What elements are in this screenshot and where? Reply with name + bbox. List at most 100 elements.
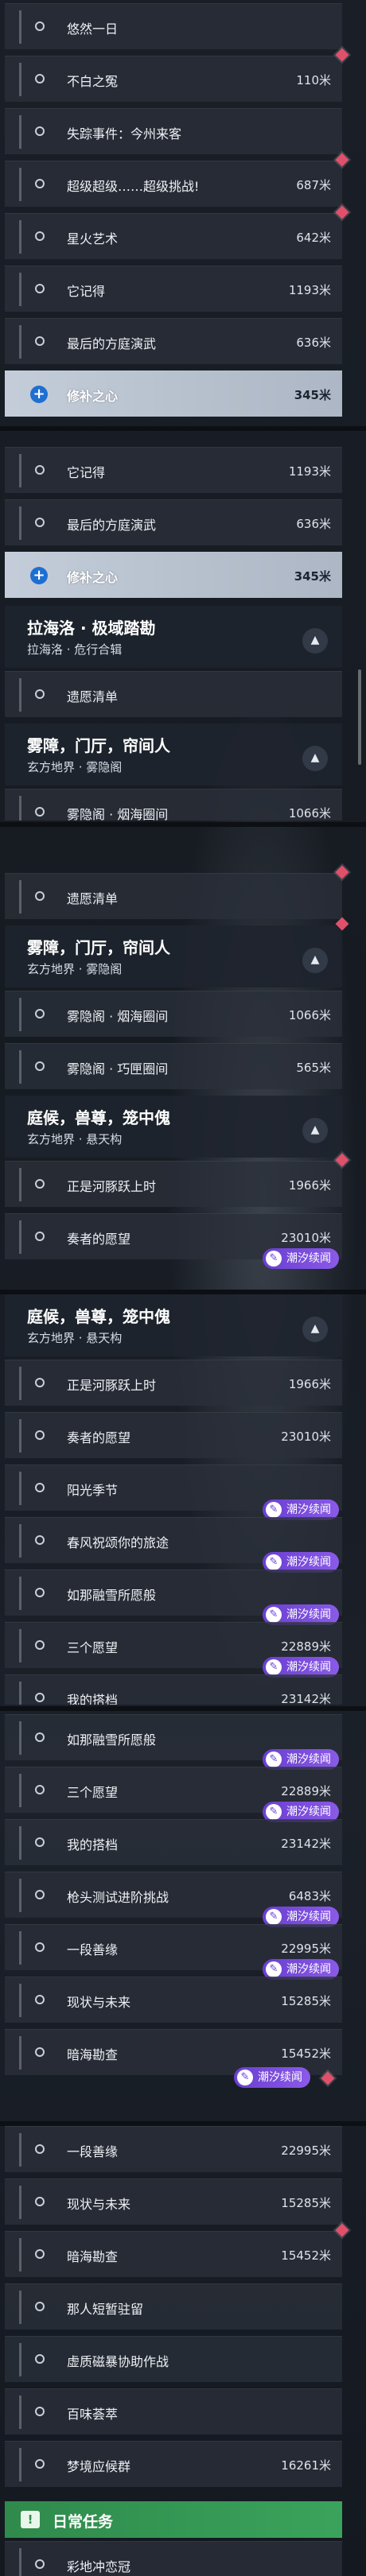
quest-row-spear-test[interactable]: 枪头测试进阶挑战 6483米 ✎ 潮汐续闻	[5, 1872, 342, 1927]
quest-bullet-icon	[35, 1640, 45, 1650]
quest-bullet-icon	[35, 2144, 45, 2154]
quest-group-header-court[interactable]: 庭候，兽尊，笼中傀 玄方地界 · 悬天构 ▲	[5, 1294, 342, 1356]
quest-bullet-icon	[35, 1995, 45, 2004]
tide-icon: ✎	[266, 1961, 282, 1977]
quest-row-mending-heart-selected[interactable]: + 修补之心 345米	[5, 370, 342, 417]
quest-row-magnetic-storm[interactable]: 虚质磁暴协助作战	[5, 2336, 342, 2382]
quest-row-missing-case[interactable]: 失踪事件：今州来客	[5, 108, 342, 154]
quest-bullet-icon	[35, 2197, 45, 2206]
quest-row-three-wishes[interactable]: 三个愿望 22889米 ✎ 潮汐续闻	[5, 1622, 342, 1678]
quest-list-screen-5: 如那融雪所愿般 ✎ 潮汐续闻 三个愿望 22889米 ✎ 潮汐续闻 我的搭档 23142米 …	[0, 1711, 366, 2121]
quest-row-it-remembers[interactable]: 它记得 1193米	[5, 266, 342, 312]
quest-row-spark-art[interactable]: 星火艺术 642米	[5, 205, 349, 259]
quest-bullet-icon	[35, 179, 45, 188]
tide-icon: ✎	[266, 1909, 282, 1925]
quest-row-daily-cutoff[interactable]: 彩地冲恋冠	[5, 2541, 342, 2576]
tide-icon: ✎	[237, 2070, 253, 2085]
tracked-marker-icon	[335, 48, 349, 62]
quest-row-dream-syndrome[interactable]: 梦境应候群 16261米	[5, 2441, 342, 2487]
quest-row-three-wishes[interactable]: 三个愿望 22889米 ✎ 潮汐续闻	[5, 1767, 342, 1822]
quest-bullet-icon	[35, 518, 45, 527]
quest-row-puffer-fish[interactable]: 正是河豚跃上时 1966米	[5, 1153, 349, 1207]
tracked-marker-icon	[335, 205, 349, 219]
quest-list-screen-6: 一段善缘 22995米 现状与未来 15285米 暗海勘查 15452米 那人短暂驻留…	[0, 2126, 366, 2576]
quest-bullet-icon	[35, 231, 45, 241]
quest-bullet-icon	[35, 2302, 45, 2311]
scrollbar[interactable]	[358, 669, 361, 765]
quest-group-header-fog-hall[interactable]: 雾障，门厅，帘间人 玄方地界 · 雾隐阁 ▲	[5, 917, 349, 987]
quest-bullet-icon	[35, 1061, 45, 1071]
quest-row-melting-snow[interactable]: 如那融雪所愿般 ✎ 潮汐续闻	[5, 1569, 342, 1625]
quest-bullet-icon	[35, 2047, 45, 2057]
tide-icon: ✎	[266, 1659, 282, 1675]
daily-task-icon: !	[21, 2511, 40, 2528]
track-plus-icon[interactable]: +	[30, 567, 48, 584]
quest-row-wish-list[interactable]: 遗愿清单	[5, 671, 342, 717]
chevron-up-icon[interactable]: ▲	[302, 1118, 328, 1143]
chevron-up-icon[interactable]: ▲	[302, 948, 328, 973]
quest-row-dark-sea[interactable]: 暗海勘查 15452米	[5, 2223, 349, 2277]
quest-row-dark-sea[interactable]: 暗海勘查 15452米 ✎ 潮汐续闻	[5, 2029, 342, 2088]
quest-group-header-court[interactable]: 庭候，兽尊，笼中傀 玄方地界 · 悬天构 ▲	[5, 1096, 342, 1158]
quest-bullet-icon	[35, 1732, 45, 1742]
quest-row-sunny-season[interactable]: 阳光季节 ✎ 潮汐续闻	[5, 1465, 342, 1520]
tracked-marker-icon	[335, 2223, 349, 2237]
quest-bullet-icon	[35, 2249, 45, 2259]
quest-row-puffer-fish[interactable]: 正是河豚跃上时 1966米	[5, 1360, 342, 1406]
quest-row-fog-hall-smoke[interactable]: 雾隐阁 · 烟海圈间 1066米	[5, 789, 342, 821]
quest-row-brief-stay[interactable]: 那人短暂驻留	[5, 2283, 342, 2330]
quest-bullet-icon	[35, 21, 45, 31]
tracked-marker-icon	[335, 153, 349, 167]
quest-row-final-martial[interactable]: 最后的方庭演武 636米	[5, 318, 342, 364]
quest-row-good-fate[interactable]: 一段善缘 22995米 ✎ 潮汐续闻	[5, 1924, 342, 1980]
quest-bullet-icon	[35, 1179, 45, 1189]
quest-row-my-partner[interactable]: 我的搭档 23142米	[5, 1674, 342, 1705]
quest-bullet-icon	[35, 2459, 45, 2469]
quest-row-fog-hall-smoke[interactable]: 雾隐阁 · 烟海圈间 1066米	[5, 991, 342, 1037]
quest-bullet-icon	[35, 1588, 45, 1597]
tide-story-badge: ✎ 潮汐续闻	[234, 2067, 310, 2088]
quest-row-mending-heart-selected[interactable]: + 修补之心 345米	[5, 552, 342, 598]
quest-bullet-icon	[35, 1942, 45, 1952]
daily-tasks-header[interactable]: ! 日常任务	[5, 2501, 342, 2538]
track-plus-icon[interactable]: +	[30, 386, 48, 403]
quest-bullet-icon	[35, 1837, 45, 1847]
quest-row-good-fate[interactable]: 一段善缘 22995米	[5, 2126, 342, 2172]
quest-group-header-lahailuo[interactable]: 拉海洛 · 极域踏勘 拉海洛 · 危行合辑 ▲	[5, 606, 342, 668]
quest-row-present-future[interactable]: 现状与未来 15285米	[5, 2178, 342, 2225]
quest-row-melting-snow[interactable]: 如那融雪所愿般 ✎ 潮汐续闻	[5, 1714, 342, 1770]
quest-bullet-icon	[35, 74, 45, 83]
chevron-up-icon[interactable]: ▲	[302, 746, 328, 771]
quest-row-final-martial[interactable]: 最后的方庭演武 636米	[5, 499, 342, 545]
quest-row-present-future[interactable]: 现状与未来 15285米	[5, 1977, 342, 2023]
tide-icon: ✎	[266, 1804, 282, 1820]
quest-row-super-challenge[interactable]: 超级超级……超级挑战! 687米	[5, 153, 349, 207]
tide-icon: ✎	[266, 1554, 282, 1570]
quest-bullet-icon	[35, 1009, 45, 1018]
chevron-up-icon[interactable]: ▲	[302, 1317, 328, 1342]
quest-row-leisurely-day[interactable]: 悠然一日	[5, 3, 342, 49]
quest-row-wish-list[interactable]: 遗愿清单	[5, 865, 349, 919]
quest-bullet-icon	[35, 2407, 45, 2416]
tide-icon: ✎	[266, 1502, 282, 1518]
chevron-up-icon[interactable]: ▲	[302, 628, 328, 654]
quest-row-spring-breeze[interactable]: 春风祝颂你的旅途 ✎ 潮汐续闻	[5, 1517, 342, 1573]
quest-bullet-icon	[35, 807, 45, 817]
tide-icon: ✎	[266, 1752, 282, 1767]
quest-group-header-fog-hall[interactable]: 雾障，门厅，帘间人 玄方地界 · 雾隐阁 ▲	[5, 724, 342, 786]
quest-bullet-icon	[35, 1430, 45, 1440]
quest-row-fog-hall-box[interactable]: 雾隐阁 · 巧匣圈间 565米	[5, 1043, 342, 1089]
quest-bullet-icon	[35, 1378, 45, 1387]
quest-row-player-wish[interactable]: 奏者的愿望 23010米 ✎ 潮汐续闻	[5, 1213, 342, 1269]
quest-row-it-remembers[interactable]: 它记得 1193米	[5, 447, 342, 493]
quest-row-player-wish[interactable]: 奏者的愿望 23010米	[5, 1412, 342, 1458]
quest-bullet-icon	[35, 2559, 45, 2569]
quest-row-my-partner[interactable]: 我的搭档 23142米	[5, 1819, 342, 1865]
tracked-marker-icon	[335, 917, 349, 931]
tide-story-badge: ✎ 潮汐续闻	[263, 1248, 339, 1269]
quest-list-screen-3: 遗愿清单 雾障，门厅，帘间人 玄方地界 · 雾隐阁 ▲ 雾隐阁 · 烟海圈间 1066…	[0, 827, 366, 1288]
quest-row-hundred-flavors[interactable]: 百味荟萃	[5, 2388, 342, 2434]
quest-row-wrongful-accusation[interactable]: 不白之冤 110米	[5, 48, 349, 102]
tide-icon: ✎	[266, 1607, 282, 1623]
quest-bullet-icon	[35, 891, 45, 901]
